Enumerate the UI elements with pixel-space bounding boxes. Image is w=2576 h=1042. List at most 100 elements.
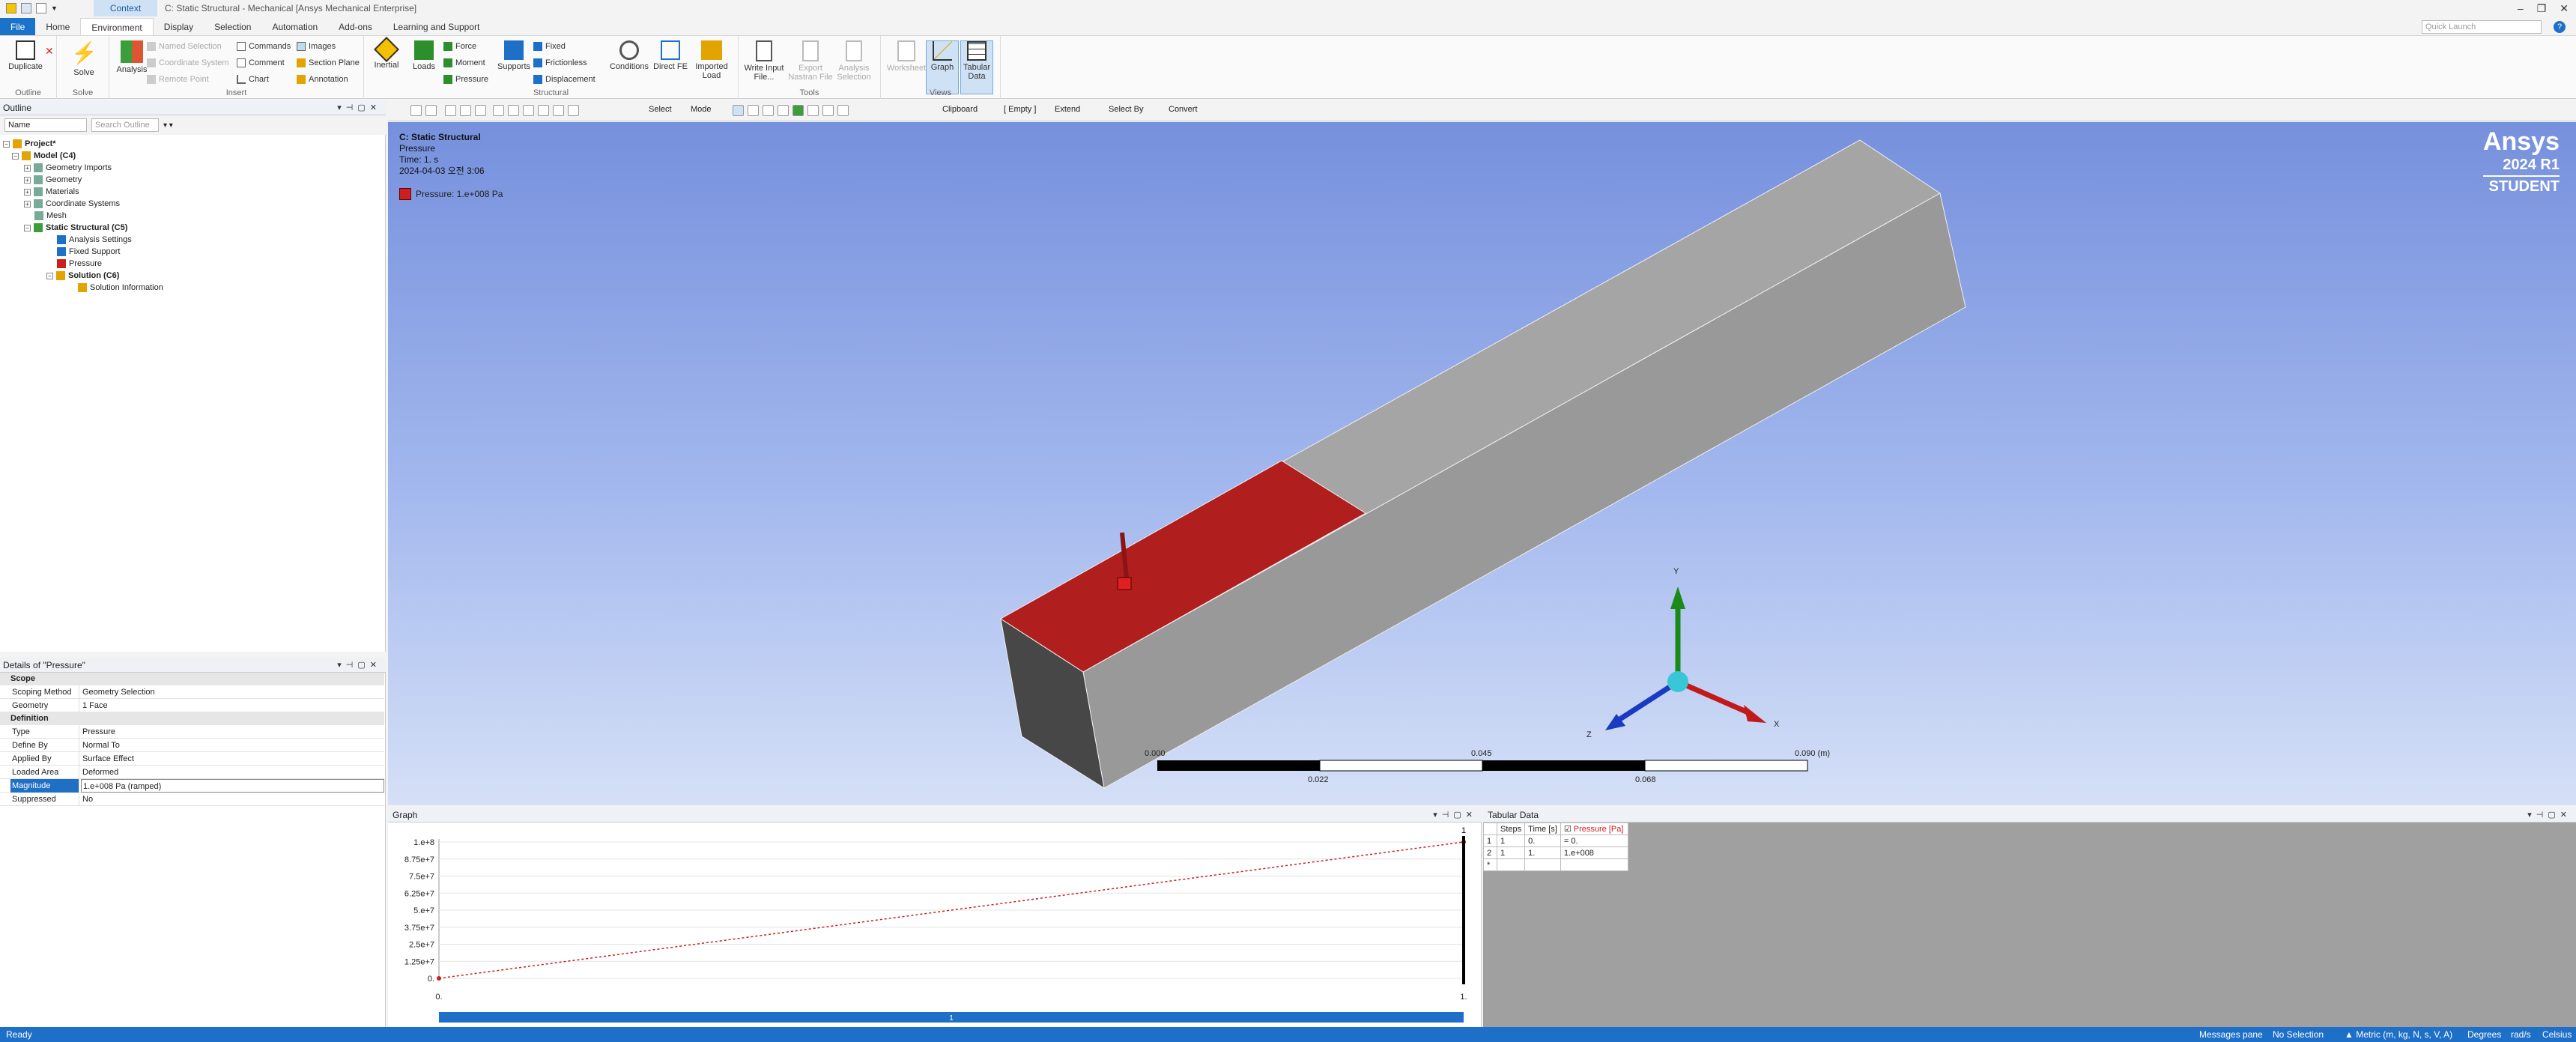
- export-nastran-button[interactable]: Export Nastran File: [788, 40, 833, 82]
- images-button[interactable]: Images: [297, 42, 336, 51]
- panel-controls[interactable]: ▾⊣▢✕: [337, 658, 381, 673]
- pressure-button[interactable]: Pressure: [443, 75, 488, 84]
- graph-plot[interactable]: 1.e+8 8.75e+7 7.5e+7 6.25e+7 5.e+7 3.75e+7 2.5…: [388, 823, 1482, 1027]
- zoom-out-icon[interactable]: [425, 105, 437, 116]
- tab-environment[interactable]: Environment: [80, 18, 154, 35]
- loads-button[interactable]: Loads: [401, 40, 446, 71]
- select-body-icon[interactable]: [778, 105, 789, 116]
- zoom-icon[interactable]: [523, 105, 534, 116]
- expand-icon[interactable]: +: [24, 164, 31, 172]
- delete-icon[interactable]: ✕: [45, 45, 54, 58]
- expand-icon[interactable]: +: [24, 200, 31, 208]
- zoom-in-icon[interactable]: [410, 105, 422, 116]
- tree-item-solution[interactable]: − Solution (C6): [46, 270, 119, 282]
- tree-item-coordinate-systems[interactable]: + Coordinate Systems: [24, 198, 120, 210]
- select-edge-icon[interactable]: [748, 105, 759, 116]
- select-vertex-icon[interactable]: [733, 105, 744, 116]
- tab-file[interactable]: File: [0, 18, 36, 35]
- panel-controls[interactable]: ▾⊣▢✕: [2527, 808, 2572, 823]
- data-point[interactable]: [437, 976, 441, 981]
- tree-item-model[interactable]: − Model (C4): [12, 150, 76, 162]
- detail-row-magnitude[interactable]: Magnitude 1.e+008 Pa (ramped): [0, 779, 384, 793]
- conditions-button[interactable]: Conditions: [607, 40, 652, 71]
- quick-launch-input[interactable]: Quick Launch: [2422, 20, 2542, 34]
- graph-view-button[interactable]: Graph: [926, 40, 959, 94]
- section-definition[interactable]: Definition: [0, 712, 384, 725]
- expand-icon[interactable]: +: [24, 188, 31, 196]
- tabular-table[interactable]: Steps Time [s] ☑ Pressure [Pa] 1 1 0. = 0. …: [1483, 823, 1628, 871]
- context-tab[interactable]: Context: [94, 0, 157, 16]
- magnitude-input[interactable]: 1.e+008 Pa (ramped): [81, 779, 384, 793]
- comment-button[interactable]: Comment: [237, 58, 285, 67]
- tab-add-ons[interactable]: Add-ons: [328, 18, 383, 35]
- expand-icon[interactable]: +: [24, 176, 31, 184]
- select-element-face-icon[interactable]: [822, 105, 834, 116]
- coordinate-system-button[interactable]: Coordinate System: [147, 58, 229, 67]
- graphics-viewport[interactable]: 0.000 0.045 0.090 (m) 0.022 0.068 Y X Z: [388, 122, 2576, 805]
- filter-type-select[interactable]: Name: [4, 118, 87, 132]
- table-row[interactable]: *: [1483, 858, 1628, 871]
- clipboard-dropdown[interactable]: Clipboard: [942, 105, 978, 114]
- collapse-icon[interactable]: −: [46, 272, 53, 279]
- commands-button[interactable]: Commands: [237, 42, 291, 51]
- model-canvas[interactable]: [388, 122, 2576, 805]
- named-selection-button[interactable]: Named Selection: [147, 42, 222, 51]
- fixed-button[interactable]: Fixed: [533, 42, 566, 51]
- detail-row-suppressed[interactable]: Suppressed No: [0, 793, 384, 806]
- save-icon[interactable]: [21, 3, 31, 13]
- help-icon[interactable]: ?: [2554, 21, 2566, 33]
- chevron-down-icon[interactable]: ▼: [51, 4, 58, 12]
- tab-automation[interactable]: Automation: [261, 18, 328, 35]
- select-all-icon[interactable]: [837, 105, 849, 116]
- col-header-steps[interactable]: Steps: [1496, 823, 1526, 835]
- section-scope[interactable]: Scope: [0, 673, 384, 685]
- force-button[interactable]: Force: [443, 42, 476, 51]
- collapse-icon[interactable]: −: [12, 152, 19, 160]
- temperature-unit[interactable]: Celsius: [2542, 1027, 2572, 1042]
- tab-learning-support[interactable]: Learning and Support: [383, 18, 490, 35]
- tree-item-solution-information[interactable]: Solution Information: [78, 282, 163, 294]
- select-by-dropdown[interactable]: Select By: [1109, 105, 1143, 114]
- magnifier-icon[interactable]: [568, 105, 579, 116]
- detail-row-scoping-method[interactable]: Scoping Method Geometry Selection: [0, 685, 384, 699]
- collapse-icon[interactable]: −: [3, 140, 10, 148]
- tree-item-project[interactable]: − Project*: [3, 138, 56, 150]
- pan-icon[interactable]: [508, 105, 519, 116]
- tree-item-fixed-support[interactable]: Fixed Support: [57, 246, 120, 258]
- tree-item-analysis-settings[interactable]: Analysis Settings: [57, 234, 132, 246]
- write-input-file-button[interactable]: Write Input File...: [742, 40, 787, 82]
- angular-velocity-unit[interactable]: rad/s: [2511, 1027, 2531, 1042]
- section-plane-button[interactable]: Section Plane: [297, 58, 360, 67]
- tree-item-mesh[interactable]: Mesh: [34, 210, 67, 222]
- beam-right-face[interactable]: [1082, 193, 1966, 789]
- messages-pane-button[interactable]: Messages pane: [2199, 1027, 2263, 1042]
- checkbox-icon[interactable]: ☑: [1564, 825, 1574, 834]
- solve-button[interactable]: ⚡ Solve: [61, 40, 106, 77]
- annotation-button[interactable]: Annotation: [297, 75, 348, 84]
- panel-controls[interactable]: ▾⊣▢✕: [337, 100, 381, 115]
- detail-row-type[interactable]: Type Pressure: [0, 725, 384, 739]
- restore-button[interactable]: ❐: [2537, 0, 2547, 16]
- detail-row-geometry[interactable]: Geometry 1 Face: [0, 699, 384, 712]
- pressure-marker[interactable]: [1117, 577, 1132, 590]
- worksheet-button[interactable]: Worksheet: [884, 40, 929, 73]
- angle-unit[interactable]: Degrees: [2467, 1027, 2501, 1042]
- remote-point-button[interactable]: Remote Point: [147, 75, 209, 84]
- outline-search-input[interactable]: Search Outline: [91, 118, 159, 132]
- view-icon[interactable]: [445, 105, 456, 116]
- direct-fe-button[interactable]: Direct FE: [652, 40, 689, 71]
- analysis-selection-button[interactable]: Analysis Selection: [831, 40, 876, 82]
- duplicate-button[interactable]: Duplicate: [3, 40, 48, 71]
- select-node-icon[interactable]: [793, 105, 804, 116]
- tree-item-geometry-imports[interactable]: + Geometry Imports: [24, 162, 112, 174]
- filter-dropdown-icon[interactable]: ▾ ▾: [163, 121, 173, 130]
- displacement-button[interactable]: Displacement: [533, 75, 595, 84]
- wireframe-icon[interactable]: [460, 105, 471, 116]
- tab-selection[interactable]: Selection: [204, 18, 261, 35]
- tree-item-pressure[interactable]: Pressure: [57, 258, 102, 270]
- detail-row-applied-by[interactable]: Applied By Surface Effect: [0, 752, 384, 766]
- extend-dropdown[interactable]: Extend: [1055, 105, 1080, 114]
- panel-controls[interactable]: ▾⊣▢✕: [1433, 808, 1477, 823]
- col-header-time[interactable]: Time [s]: [1524, 823, 1561, 835]
- unit-system[interactable]: ▲ Metric (m, kg, N, s, V, A): [2345, 1027, 2452, 1042]
